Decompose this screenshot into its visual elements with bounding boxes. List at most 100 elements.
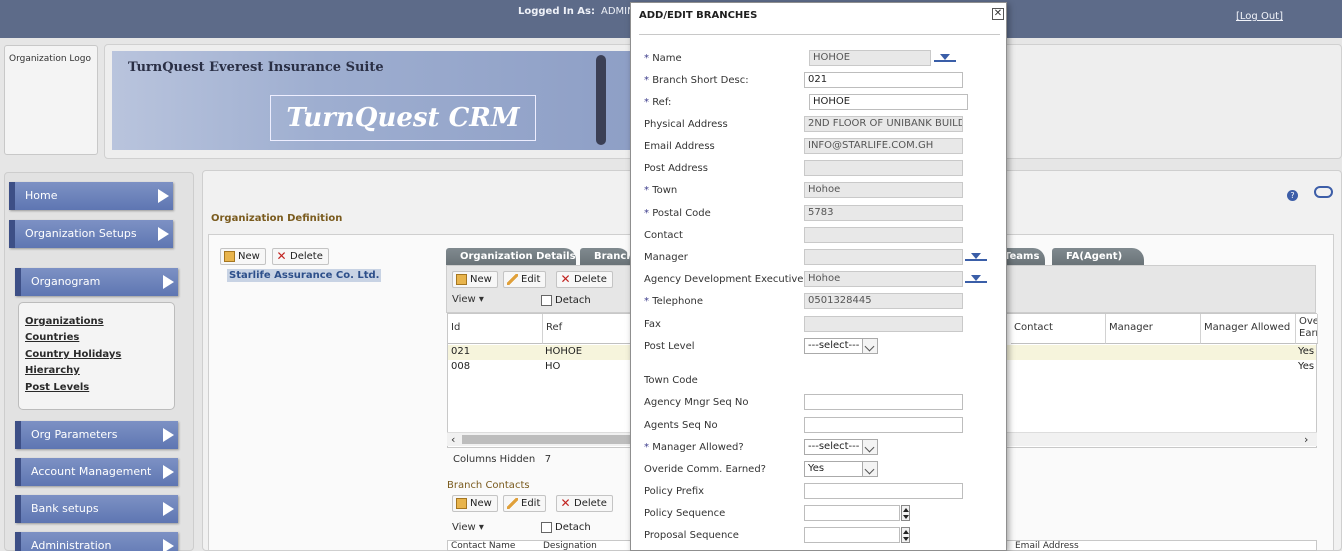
branch-edit-label: Edit xyxy=(521,274,541,285)
nav-account-management-label: Account Management xyxy=(31,465,152,478)
close-icon[interactable]: ✕ xyxy=(992,8,1004,20)
nav-home[interactable]: Home xyxy=(9,182,173,210)
scroll-left-icon[interactable]: ‹ xyxy=(451,433,455,446)
dialog-divider xyxy=(639,34,1000,35)
help-icon[interactable]: ? xyxy=(1287,190,1298,201)
org-delete-label: Delete xyxy=(290,251,323,262)
ref-field[interactable]: HOHOE xyxy=(809,94,968,110)
cell-ref[interactable]: HOHOE xyxy=(545,346,582,357)
fax-label: Fax xyxy=(644,319,661,330)
nav-administration[interactable]: Administration xyxy=(15,532,178,551)
branch-new-label: New xyxy=(470,274,492,285)
branch-edit-button[interactable]: Edit xyxy=(503,271,547,288)
submenu-hierarchy[interactable]: Hierarchy xyxy=(25,365,80,376)
contacts-detach-button[interactable]: Detach xyxy=(538,520,596,537)
columns-hidden-label: Columns Hidden xyxy=(453,454,536,465)
nav-account-management[interactable]: Account Management xyxy=(15,458,178,486)
nav-home-label: Home xyxy=(25,189,58,202)
nav-organogram[interactable]: Organogram xyxy=(15,268,178,296)
overide-comm-select[interactable]: Yes xyxy=(804,461,878,477)
column-header-ref[interactable]: Ref xyxy=(543,314,633,344)
physical-address-field[interactable]: 2ND FLOOR OF UNIBANK BUILDI xyxy=(804,116,963,132)
org-new-button[interactable]: New xyxy=(220,248,266,265)
manager-field[interactable] xyxy=(804,249,963,265)
manager-allowed-select[interactable]: ---select--- xyxy=(804,439,878,455)
column-header-contact[interactable]: Contact xyxy=(1011,314,1106,344)
contacts-view-menu[interactable]: View ▾ xyxy=(452,522,484,533)
monitor-icon[interactable] xyxy=(1314,186,1333,198)
suite-title: TurnQuest Everest Insurance Suite xyxy=(128,60,384,75)
submenu-country-holidays[interactable]: Country Holidays xyxy=(25,349,121,360)
manager-lov-icon[interactable] xyxy=(965,253,987,261)
nav-bank-setups[interactable]: Bank setups xyxy=(15,495,178,523)
tab-organization-details[interactable]: Organization Details xyxy=(446,248,576,265)
columns-hidden: Columns Hidden 7 xyxy=(453,454,551,465)
contact-new-button[interactable]: New xyxy=(452,495,498,512)
name-lov-icon[interactable] xyxy=(934,54,956,62)
column-header-overide-earned[interactable]: Over Earne xyxy=(1296,314,1318,344)
submenu-countries[interactable]: Countries xyxy=(25,332,79,343)
branch-delete-button[interactable]: ✕ Delete xyxy=(556,271,613,288)
nav-organization-setups[interactable]: Organization Setups xyxy=(9,220,173,248)
logout-link[interactable]: [Log Out] xyxy=(1236,11,1283,22)
scroll-right-icon[interactable]: › xyxy=(1304,433,1308,446)
cell-overide[interactable]: Yes xyxy=(1298,346,1314,357)
product-title: TurnQuest CRM xyxy=(270,95,536,141)
column-header-manager-allowed[interactable]: Manager Allowed xyxy=(1201,314,1296,344)
column-header-manager[interactable]: Manager xyxy=(1106,314,1201,344)
post-level-select[interactable]: ---select--- xyxy=(804,338,878,354)
fax-field[interactable] xyxy=(804,316,963,332)
name-label: * Name xyxy=(644,53,682,64)
policy-sequence-spinner-icon[interactable] xyxy=(901,505,910,521)
banner-figure-image xyxy=(596,55,606,145)
town-field[interactable]: Hohoe xyxy=(804,182,963,198)
cell-id[interactable]: 008 xyxy=(451,361,470,372)
proposal-sequence-spinner-icon[interactable] xyxy=(901,527,910,543)
nav-org-setups-label: Organization Setups xyxy=(25,227,137,240)
column-header-email-address[interactable]: Email Address xyxy=(1015,541,1079,550)
branch-new-button[interactable]: New xyxy=(452,271,498,288)
town-label-text: Town xyxy=(652,185,678,196)
email-field[interactable]: INFO@STARLIFE.COM.GH xyxy=(804,138,963,154)
postal-code-field[interactable]: 5783 xyxy=(804,205,963,221)
contact-field[interactable] xyxy=(804,227,963,243)
detach-button[interactable]: Detach xyxy=(538,293,596,310)
ade-field[interactable]: Hohoe xyxy=(804,271,963,287)
delete-icon: ✕ xyxy=(276,249,287,263)
org-delete-button[interactable]: ✕ Delete xyxy=(272,248,329,265)
agency-mngr-seq-field[interactable] xyxy=(804,394,963,410)
logo-placeholder-text: Organization Logo xyxy=(9,54,91,64)
overide-comm-label: Overide Comm. Earned? xyxy=(644,464,766,475)
telephone-field[interactable]: 0501328445 xyxy=(804,293,963,309)
contacts-view-label: View xyxy=(452,522,476,533)
name-field[interactable]: HOHOE xyxy=(809,50,931,66)
detach-icon xyxy=(541,295,552,306)
contact-edit-button[interactable]: Edit xyxy=(503,495,547,512)
contact-delete-button[interactable]: ✕ Delete xyxy=(556,495,613,512)
columns-hidden-count: 7 xyxy=(544,454,552,465)
telephone-label: * Telephone xyxy=(644,296,703,307)
column-header-contact-name[interactable]: Contact Name xyxy=(451,541,515,550)
ade-lov-icon[interactable] xyxy=(965,275,987,283)
view-menu-label: View xyxy=(452,294,476,305)
agents-seq-field[interactable] xyxy=(804,417,963,433)
org-tree-item[interactable]: Starlife Assurance Co. Ltd. xyxy=(227,269,382,282)
column-header-id[interactable]: Id xyxy=(448,314,543,344)
tab-fa-agent[interactable]: FA(Agent) xyxy=(1052,248,1144,265)
column-header-designation[interactable]: Designation xyxy=(543,541,597,550)
nav-org-parameters[interactable]: Org Parameters xyxy=(15,421,178,449)
policy-sequence-field[interactable] xyxy=(804,505,900,521)
submenu-organizations[interactable]: Organizations xyxy=(25,316,104,327)
policy-prefix-field[interactable] xyxy=(804,483,963,499)
submenu-post-levels[interactable]: Post Levels xyxy=(25,382,89,393)
tab-branch[interactable]: Branch xyxy=(580,248,633,265)
cell-ref[interactable]: HO xyxy=(545,361,560,372)
short-desc-field[interactable]: 021 xyxy=(804,72,963,88)
cell-overide[interactable]: Yes xyxy=(1298,361,1314,372)
view-menu[interactable]: View ▾ xyxy=(452,294,484,305)
manager-allowed-value: ---select--- xyxy=(808,441,860,452)
proposal-sequence-field[interactable] xyxy=(804,527,900,543)
post-address-field[interactable] xyxy=(804,160,963,176)
cell-id[interactable]: 021 xyxy=(451,346,470,357)
nav-bank-setups-label: Bank setups xyxy=(31,502,99,515)
